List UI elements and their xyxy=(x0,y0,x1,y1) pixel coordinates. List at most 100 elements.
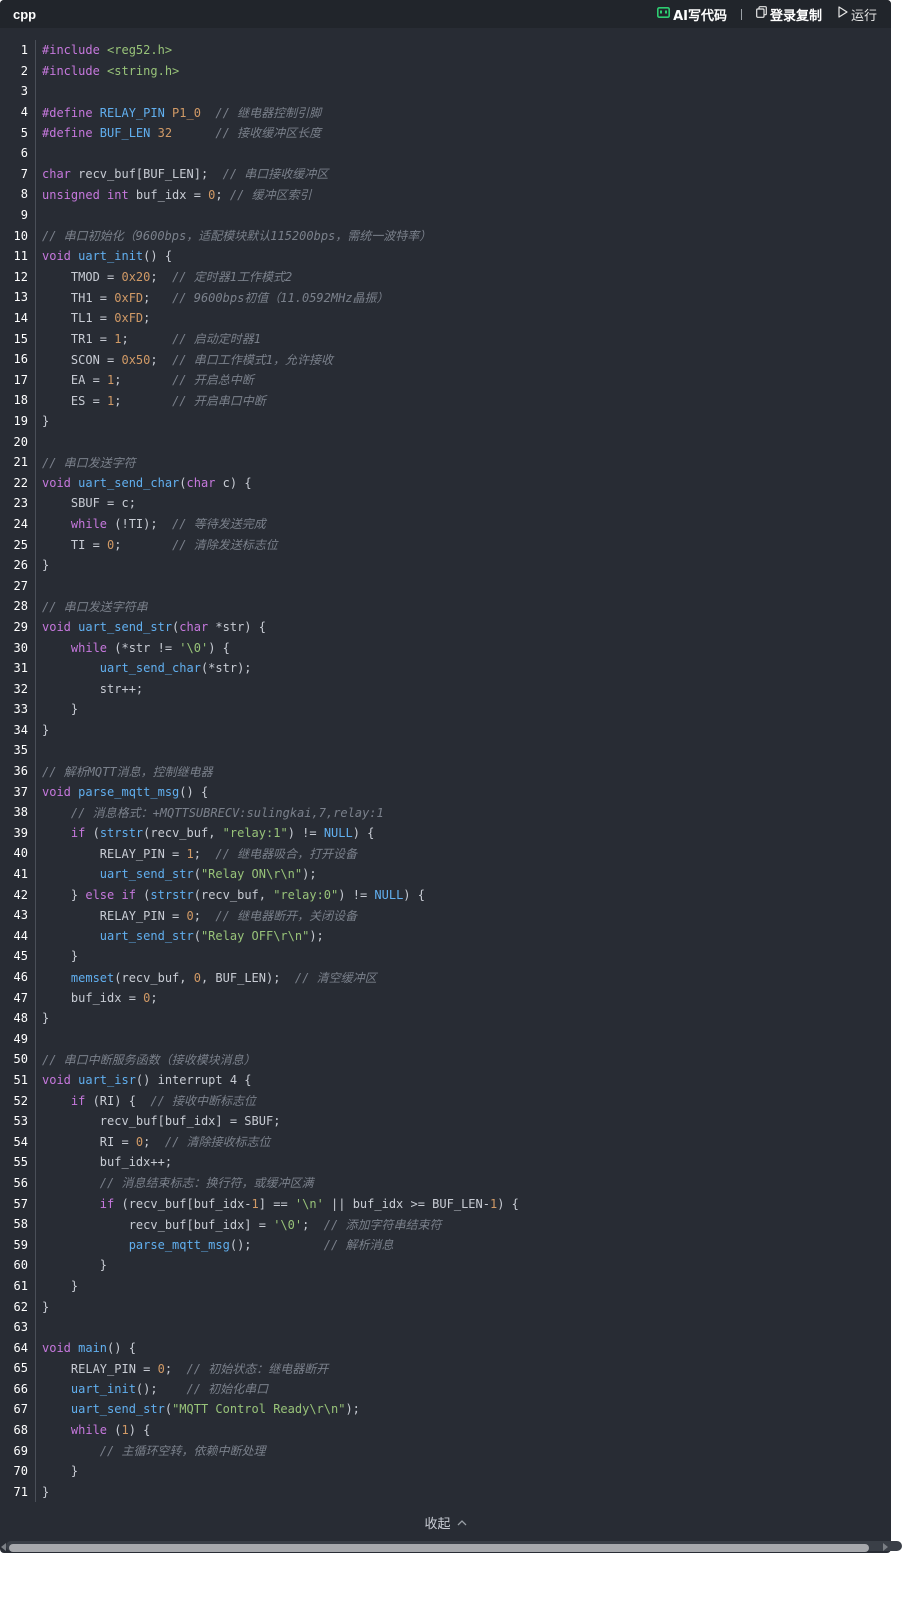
code-token: ; xyxy=(215,187,230,202)
code-line: 43 RELAY_PIN = 0; // 继电器断开，关闭设备 xyxy=(0,904,891,926)
gutter-divider xyxy=(35,390,36,411)
code-line: 59 parse_mqtt_msg(); // 解析消息 xyxy=(0,1234,891,1256)
code-block: cpp AI写代码 登录复制 运行 1 #include <reg52.h> 2… xyxy=(0,0,891,1553)
code-token: ) { xyxy=(497,1196,519,1211)
code-text: unsigned int buf_idx = 0; // 缓冲区索引 xyxy=(42,186,312,203)
code-line: 71} xyxy=(0,1481,891,1503)
code-token: } xyxy=(42,887,86,902)
line-number: 47 xyxy=(13,990,28,1005)
gutter-divider xyxy=(35,60,36,82)
code-token: // 清除接收标志位 xyxy=(164,1135,271,1150)
code-token: '\0' xyxy=(273,1217,303,1232)
code-token: #include xyxy=(42,43,108,58)
gutter-divider xyxy=(35,699,36,720)
code-line: 41 uart_send_str("Relay ON\r\n"); xyxy=(0,863,891,885)
line-number: 33 xyxy=(13,702,28,717)
line-number: 45 xyxy=(13,949,28,964)
code-token: uart_isr xyxy=(78,1072,136,1087)
code-text: void uart_init() { xyxy=(42,249,172,263)
code-line: 58 recv_buf[buf_idx] = '\0'; // 添加字符串结束符 xyxy=(0,1213,891,1235)
code-token: // 启动定时器1 xyxy=(172,332,261,347)
gutter-divider xyxy=(35,1337,36,1358)
horizontal-scrollbar-thumb[interactable] xyxy=(9,1544,869,1552)
code-text: uart_send_str("Relay ON\r\n"); xyxy=(42,867,317,881)
code-token: c) { xyxy=(222,475,252,490)
line-number: 28 xyxy=(13,599,28,614)
code-token: ( xyxy=(193,867,201,882)
line-number: 43 xyxy=(13,908,28,923)
code-line: 4 #define RELAY_PIN P1_0 // 继电器控制引脚 xyxy=(0,101,891,123)
scroll-right-icon[interactable] xyxy=(883,1543,888,1551)
code-token: // 9600bps初值（11.0592MHz晶振） xyxy=(172,290,389,305)
gutter-divider xyxy=(35,1028,36,1050)
code-line: 28 // 串口发送字符串 xyxy=(0,596,891,617)
code-line: 66 uart_init(); // 初始化串口 xyxy=(0,1378,891,1400)
code-line: 34} xyxy=(0,719,891,741)
code-line: 62} xyxy=(0,1296,891,1317)
code-line: 2 #include <string.h> xyxy=(0,60,891,82)
line-number: 48 xyxy=(13,1011,28,1026)
code-token: // 接收缓冲区长度 xyxy=(215,126,322,141)
gutter-divider xyxy=(35,410,36,432)
code-token: while xyxy=(42,517,115,532)
line-number: 3 xyxy=(20,84,28,99)
code-token: } xyxy=(42,722,50,737)
line-number: 53 xyxy=(13,1114,28,1129)
code-line: 10 // 串口初始化（9600bps，适配模块默认115200bps，需统一波特… xyxy=(0,225,891,246)
gutter-divider xyxy=(35,204,36,226)
code-content: 1 #include <reg52.h> 2 #include <string.h> 3… xyxy=(0,40,891,1503)
line-number: 40 xyxy=(13,846,28,861)
code-token: ; xyxy=(114,538,173,553)
chevron-up-icon xyxy=(457,1516,467,1529)
code-token: char xyxy=(179,619,216,634)
code-text: void uart_send_char(char c) { xyxy=(42,476,252,490)
code-text: recv_buf[buf_idx] = SBUF; xyxy=(42,1114,281,1128)
code-text: TL1 = 0xFD; xyxy=(42,311,151,325)
code-token: char xyxy=(42,167,79,182)
line-number: 36 xyxy=(13,764,28,779)
code-token: if xyxy=(42,825,93,840)
code-token: } xyxy=(42,1011,50,1026)
gutter-divider xyxy=(35,678,36,699)
scroll-left-icon[interactable] xyxy=(1,1543,6,1551)
code-line: 12 TMOD = 0x20; // 定时器1工作模式2 xyxy=(0,266,891,288)
collapse-button[interactable]: 收起 xyxy=(0,1511,891,1533)
code-text: memset(recv_buf, 0, BUF_LEN); // 清空缓冲区 xyxy=(42,969,377,986)
line-number: 65 xyxy=(13,1361,28,1376)
code-token: ; xyxy=(193,846,216,861)
code-token: (); xyxy=(135,1382,187,1397)
ai-write-code-button[interactable]: AI写代码 xyxy=(657,5,727,24)
code-text: while (*str != '\0') { xyxy=(42,641,230,655)
code-token: parse_mqtt_msg xyxy=(78,784,180,799)
code-token: ); xyxy=(345,1402,360,1417)
gutter-divider xyxy=(35,1131,36,1153)
code-text: RELAY_PIN = 0; // 继电器断开，关闭设备 xyxy=(42,907,357,924)
code-line: 53 recv_buf[buf_idx] = SBUF; xyxy=(0,1110,891,1132)
line-number: 11 xyxy=(13,249,28,264)
code-token: #include xyxy=(42,63,108,78)
login-copy-button[interactable]: 登录复制 xyxy=(756,5,822,24)
line-number: 2 xyxy=(20,63,28,78)
code-text: } xyxy=(42,558,49,572)
code-token: ); xyxy=(309,928,324,943)
code-token: while xyxy=(42,640,115,655)
gutter-divider xyxy=(35,1440,36,1461)
gutter-divider xyxy=(35,163,36,185)
gutter-divider xyxy=(35,1399,36,1420)
code-text: buf_idx = 0; xyxy=(42,991,158,1005)
gutter-divider xyxy=(35,843,36,864)
code-text: uart_send_str("MQTT Control Ready\r\n"); xyxy=(42,1402,360,1416)
code-token: // 消息结束标志：换行符，或缓冲区满 xyxy=(42,1176,314,1191)
line-number: 8 xyxy=(20,187,28,202)
gutter-divider xyxy=(35,369,36,391)
code-line: 31 uart_send_char(*str); xyxy=(0,657,891,679)
code-token: // 解析消息 xyxy=(323,1238,394,1253)
code-token: RELAY_PIN xyxy=(99,105,173,120)
code-block-header: cpp AI写代码 登录复制 运行 xyxy=(0,0,891,28)
run-button[interactable]: 运行 xyxy=(838,5,877,24)
code-token: recv_buf[buf_idx] = xyxy=(42,1217,274,1232)
code-token: 0x20 xyxy=(121,270,151,285)
code-line: 11 void uart_init() { xyxy=(0,245,891,267)
code-text: TMOD = 0x20; // 定时器1工作模式2 xyxy=(42,268,292,285)
